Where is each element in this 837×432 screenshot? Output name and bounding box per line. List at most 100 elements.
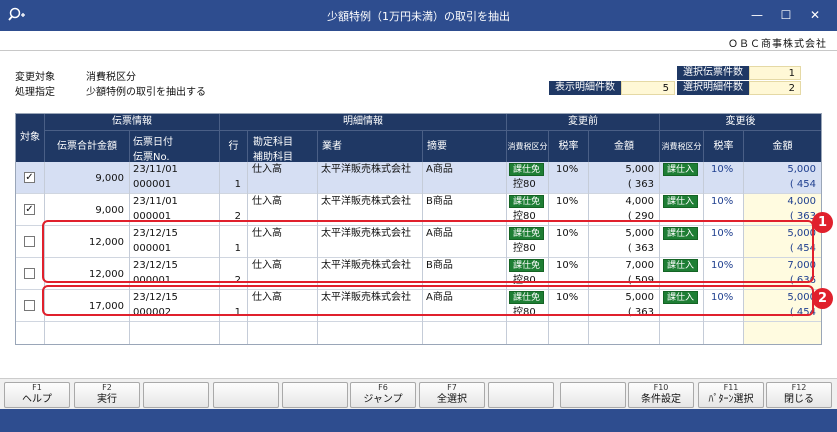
function-key-11[interactable]: F11 ﾊﾟﾀｰﾝ選択	[698, 382, 764, 408]
col-subaccount-label: 補助科目	[253, 152, 293, 163]
slip-date: 23/11/01	[133, 196, 178, 207]
tax-after-badge: 課仕入	[663, 163, 699, 176]
amount-after: 5,000	[787, 164, 816, 175]
vendor: 太平洋販売株式会社	[321, 196, 411, 207]
col-account[interactable]: 勘定科目 補助科目	[247, 130, 317, 163]
empty-row	[16, 322, 821, 344]
col-target[interactable]: 対象	[16, 114, 44, 162]
process-label: 処理指定	[15, 87, 55, 98]
amount-before: 5,000	[625, 164, 654, 175]
group-after: 変更後	[659, 114, 821, 130]
function-key-3[interactable]	[143, 382, 209, 408]
shown-lines-label: 表示明細件数	[549, 81, 621, 95]
highlight-box-2	[42, 285, 814, 316]
col-total[interactable]: 伝票合計金額	[44, 130, 129, 162]
selected-lines-count: 2	[749, 81, 801, 95]
function-key-9[interactable]	[560, 382, 626, 408]
callout-badge-1: 1	[812, 212, 833, 233]
col-date-no[interactable]: 伝票日付 伝票No.	[129, 130, 219, 163]
memo: A商品	[426, 164, 453, 175]
function-key-label: ﾊﾟﾀｰﾝ選択	[708, 394, 754, 405]
col-rate-after[interactable]: 税率	[703, 130, 743, 162]
highlight-cell	[743, 322, 821, 344]
group-detail: 明細情報	[219, 114, 506, 130]
function-key-10[interactable]: F10 条件設定	[628, 382, 694, 408]
function-key-code: F6	[378, 383, 388, 392]
target-label: 変更対象	[15, 72, 55, 83]
deduction-label: 控80	[513, 179, 536, 190]
rate-after: 10%	[711, 196, 734, 207]
function-key-5[interactable]	[282, 382, 348, 408]
col-no: 伝票No.	[133, 152, 170, 163]
window-title: 少額特例（1万円未満）の取引を抽出	[327, 10, 510, 23]
line-no: 1	[234, 179, 241, 190]
col-rate-before[interactable]: 税率	[548, 130, 588, 162]
col-amount-before[interactable]: 金額	[588, 130, 659, 162]
function-key-code: F2	[102, 383, 112, 392]
function-key-4[interactable]	[213, 382, 279, 408]
function-key-label: 条件設定	[641, 394, 681, 405]
highlight-box-1	[42, 220, 814, 283]
amount-before: 4,000	[625, 196, 654, 207]
function-key-12[interactable]: F12 閉じる	[766, 382, 832, 408]
function-key-8[interactable]	[488, 382, 554, 408]
account: 仕入高	[252, 164, 282, 175]
title-bar: 少額特例（1万円未満）の取引を抽出 — ☐ ✕	[0, 0, 837, 31]
shown-lines-count: 5	[621, 81, 675, 95]
vendor: 太平洋販売株式会社	[321, 164, 411, 175]
tax-after-badge: 課仕入	[663, 195, 699, 208]
callout-badge-2: 2	[812, 288, 833, 309]
col-vendor[interactable]: 業者	[317, 130, 422, 162]
function-key-label: ジャンプ	[363, 394, 403, 405]
function-key-6[interactable]: F6 ジャンプ	[350, 382, 416, 408]
target-value: 消費税区分	[86, 72, 136, 83]
maximize-button[interactable]: ☐	[777, 6, 795, 24]
function-key-code: F7	[447, 383, 457, 392]
function-key-2[interactable]: F2 実行	[74, 382, 140, 408]
tax-amount-before: ( 363	[627, 179, 654, 190]
function-key-code: F10	[653, 383, 669, 392]
col-memo[interactable]: 摘要	[422, 130, 506, 162]
close-button[interactable]: ✕	[806, 6, 824, 24]
row-checkbox[interactable]	[24, 300, 35, 311]
function-key-7[interactable]: F7 全選択	[419, 382, 485, 408]
row-checkbox[interactable]: ✓	[24, 172, 35, 183]
slip-total: 9,000	[95, 205, 124, 216]
col-row[interactable]: 行	[219, 130, 247, 162]
row-checkbox[interactable]	[24, 236, 35, 247]
company-name: ＯＢＣ商事株式会社	[728, 39, 827, 50]
selected-slips-count: 1	[749, 66, 801, 80]
function-key-label: 閉じる	[784, 394, 814, 405]
minimize-button[interactable]: —	[748, 6, 766, 24]
col-amount-after[interactable]: 金額	[743, 130, 821, 162]
group-slip: 伝票情報	[44, 114, 219, 130]
rate-before: 10%	[556, 164, 579, 175]
col-tax-after[interactable]: 消費税区分	[659, 130, 703, 162]
group-before: 変更前	[506, 114, 659, 130]
selected-slips-label: 選択伝票件数	[677, 66, 749, 80]
table-row[interactable]: ✓ 9,000 23/11/01 000001 1 仕入高 太平洋販売株式会社 A商品 課仕免控…	[16, 162, 821, 194]
slip-total: 9,000	[95, 173, 124, 184]
row-checkbox[interactable]: ✓	[24, 204, 35, 215]
rate-before: 10%	[556, 196, 579, 207]
slip-no: 000001	[133, 179, 172, 190]
col-account-label: 勘定科目	[253, 137, 293, 148]
divider	[0, 50, 837, 51]
function-key-code: F1	[32, 383, 42, 392]
slip-date: 23/11/01	[133, 164, 178, 175]
process-value: 少額特例の取引を抽出する	[86, 87, 206, 98]
status-bar	[0, 409, 837, 432]
account: 仕入高	[252, 196, 282, 207]
amount-after: 4,000	[787, 196, 816, 207]
function-key-label: 実行	[97, 394, 117, 405]
col-tax-before[interactable]: 消費税区分	[506, 130, 548, 162]
function-key-code: F12	[791, 383, 807, 392]
row-checkbox[interactable]	[24, 268, 35, 279]
tax-amount-after: ( 454	[789, 179, 816, 190]
memo: B商品	[426, 196, 453, 207]
tax-before-badge: 課仕免	[509, 195, 545, 208]
function-key-label: 全選択	[437, 394, 467, 405]
function-key-1[interactable]: F1 ヘルプ	[4, 382, 70, 408]
rate-after: 10%	[711, 164, 734, 175]
function-key-label: ヘルプ	[22, 394, 52, 405]
